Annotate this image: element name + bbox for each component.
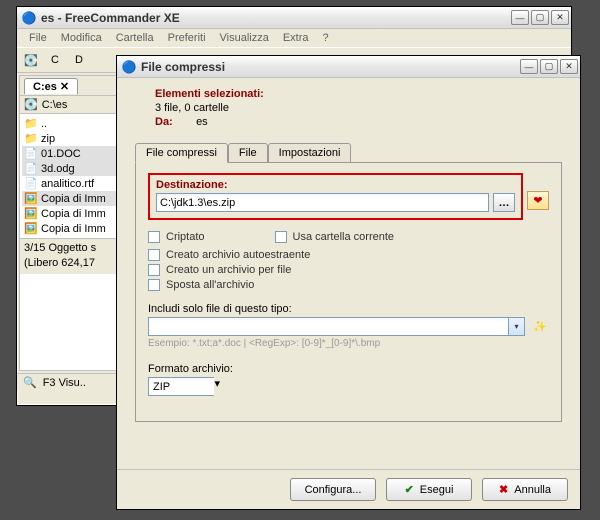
include-hint: Esempio: *.txt;a*.doc | <RegExp>: [0-9]*… [148,338,549,349]
format-value: ZIP [153,381,170,393]
compress-dialog: 🔵 File compressi — ▢ ✕ Elementi selezion… [116,55,581,510]
configure-button[interactable]: Configura... [290,478,376,501]
execute-button[interactable]: ✔Esegui [386,478,472,501]
dialog-close-button[interactable]: ✕ [560,59,578,74]
chevron-down-icon[interactable]: ▾ [214,377,220,396]
tab-compressed[interactable]: File compressi [135,143,228,163]
file-icon: 📄 [24,177,38,190]
magnify-icon: 🔍 [23,376,37,389]
dialog-footer: Configura... ✔Esegui ✖Annulla [117,469,580,509]
dialog-minimize-button[interactable]: — [520,59,538,74]
main-titlebar[interactable]: 🔵 es - FreeCommander XE — ▢ ✕ [17,7,571,29]
encrypted-label: Criptato [166,231,205,243]
from-value: es [196,116,208,128]
destination-group: Destinazione: … [148,173,523,220]
file-icon: 📄 [24,147,38,160]
dialog-titlebar[interactable]: 🔵 File compressi — ▢ ✕ [117,56,580,78]
selected-header: Elementi selezionati: [155,88,562,100]
folder-icon: 📁 [24,132,38,145]
checkbox-sfx[interactable] [148,249,160,261]
address-text[interactable]: C:\es [42,99,68,111]
selected-count: 3 file, 0 cartelle [155,102,562,114]
menu-file[interactable]: File [23,31,53,45]
check-icon: ✔ [405,483,414,496]
tab-panel: Destinazione: … ❤ Criptato Usa cartella … [135,162,562,422]
minimize-button[interactable]: — [511,10,529,25]
format-combo[interactable]: ZIP ▾ [148,377,220,396]
include-label: Includi solo file di questo tipo: [148,303,549,315]
app-icon: 🔵 [21,10,37,26]
checkbox-move[interactable] [148,279,160,291]
menu-edit[interactable]: Modifica [55,31,108,45]
browse-button[interactable]: … [493,193,515,212]
main-title: es - FreeCommander XE [41,11,511,25]
maximize-button[interactable]: ▢ [531,10,549,25]
close-button[interactable]: ✕ [551,10,569,25]
from-label: Da: [155,116,193,128]
per-file-label: Creato un archivio per file [166,264,291,276]
favorite-button[interactable]: ❤ [527,191,549,210]
menubar: File Modifica Cartella Preferiti Visuali… [17,29,571,47]
panel-tab[interactable]: C:es ✕ [24,78,78,94]
file-icon: 📄 [24,162,38,175]
checkbox-per-file[interactable] [148,264,160,276]
destination-label: Destinazione: [156,179,515,191]
checkbox-encrypted[interactable] [148,231,160,243]
image-icon: 🖼️ [24,222,38,235]
menu-extra[interactable]: Extra [277,31,315,45]
folder-icon: 📁 [24,117,38,130]
format-label: Formato archivio: [148,363,549,375]
image-icon: 🖼️ [24,192,38,205]
menu-fav[interactable]: Preferiti [162,31,212,45]
move-label: Sposta all'archivio [166,279,254,291]
tabstrip: File compressi File Impostazioni [135,142,562,162]
use-current-folder-label: Usa cartella corrente [293,231,395,243]
drive-c-button[interactable]: C [45,50,65,70]
archive-icon: 🔵 [121,59,137,75]
image-icon: 🖼️ [24,207,38,220]
checkbox-use-current-folder[interactable] [275,231,287,243]
x-icon: ✖ [499,483,508,496]
tab-settings[interactable]: Impostazioni [268,143,352,163]
menu-view[interactable]: Visualizza [214,31,275,45]
include-combo[interactable]: ▾ [148,317,525,336]
destination-input[interactable] [156,193,489,212]
dialog-maximize-button[interactable]: ▢ [540,59,558,74]
status-f3[interactable]: F3 Visu.. [43,377,86,389]
menu-help[interactable]: ? [317,31,335,45]
tab-file[interactable]: File [228,143,268,163]
drive-d-button[interactable]: D [69,50,89,70]
drive-icon-small: 💽 [24,98,38,111]
cancel-button[interactable]: ✖Annulla [482,478,568,501]
menu-folder[interactable]: Cartella [110,31,160,45]
filter-icon[interactable]: ✨ [531,320,549,333]
dialog-title: File compressi [141,60,520,74]
chevron-down-icon[interactable]: ▾ [508,317,525,336]
drive-icon[interactable]: 💽 [21,50,41,70]
sfx-label: Creato archivio autoestraente [166,249,310,261]
